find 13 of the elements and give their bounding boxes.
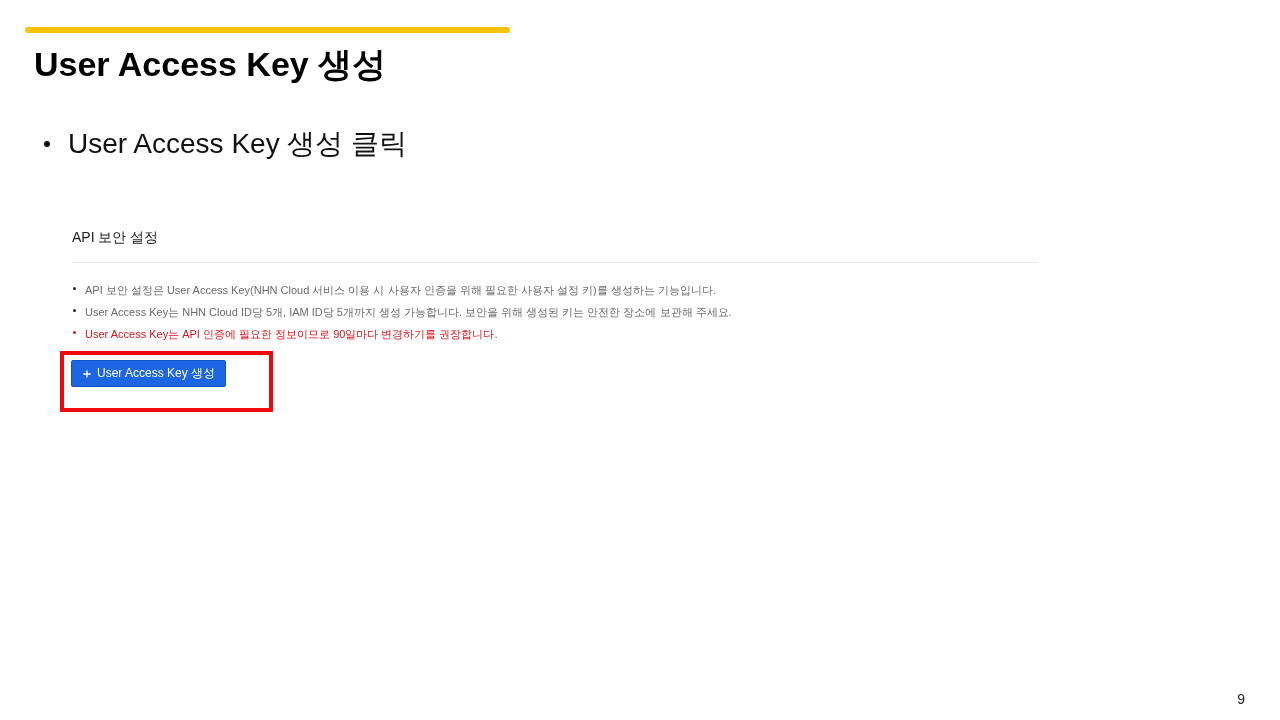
bullet-icon	[73, 287, 76, 290]
note-text: User Access Key는 API 인증에 필요한 정보이므로 90일마다 변경하기를 권장합니다.	[85, 327, 498, 342]
note-text: API 보안 설정은 User Access Key(NHN Cloud 서비스 이용 시 사용자 인증을 위해 필요한 사용자 설정 키)를 생성하는 기능입니다.	[85, 283, 716, 298]
bullet-icon	[44, 141, 50, 147]
page-number: 9	[1237, 690, 1245, 708]
bullet-icon	[73, 331, 76, 334]
plus-icon	[83, 369, 91, 378]
bullet-text: User Access Key 생성 클릭	[68, 127, 408, 161]
bullet-icon	[73, 309, 76, 312]
note-text: User Access Key는 NHN Cloud ID당 5개, IAM ID당 5개까지 생성 가능합니다. 보안을 위해 생성된 키는 안전한 장소에 보관해 주세요.	[85, 305, 732, 320]
slide-title: User Access Key 생성	[34, 44, 387, 85]
create-key-button[interactable]: User Access Key 생성	[71, 360, 227, 387]
section-heading: API 보안 설정	[72, 229, 159, 245]
